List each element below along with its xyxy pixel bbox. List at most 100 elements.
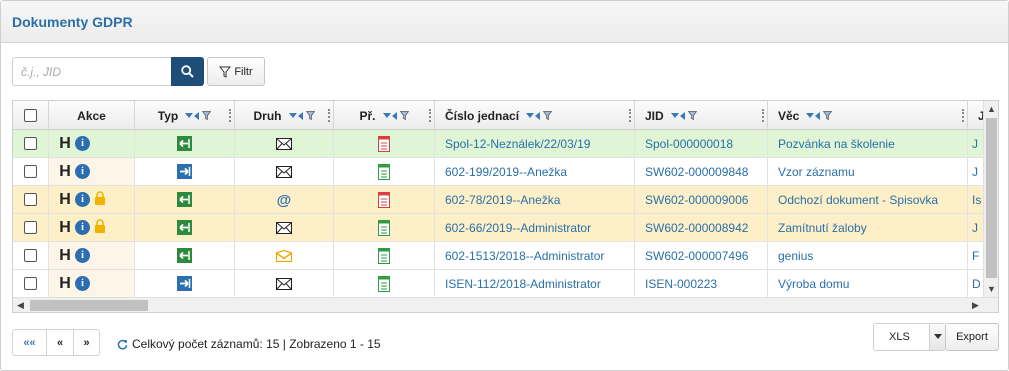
jid-link[interactable]: SW602-000007496 bbox=[635, 242, 768, 269]
column-resize-handle[interactable] bbox=[629, 109, 631, 122]
vec-link[interactable]: Vzor záznamu bbox=[768, 158, 968, 185]
vec-link[interactable]: Zamítnutí žaloby bbox=[768, 214, 968, 241]
cislo-jednaci-link[interactable]: 602-78/2019--Anežka bbox=[435, 186, 635, 213]
column-filter-icon[interactable] bbox=[399, 111, 409, 120]
column-filter-icon[interactable] bbox=[543, 111, 553, 120]
overflow-cell[interactable]: D bbox=[968, 270, 983, 297]
scroll-down-arrow[interactable]: ▼ bbox=[984, 281, 998, 296]
table-row[interactable]: H i ISEN-112/2018-Administrator ISEN-000… bbox=[13, 270, 983, 298]
document-icon bbox=[378, 135, 390, 152]
table-row[interactable]: H i @ 602-78/2019--Anežka SW602-00000900… bbox=[13, 186, 983, 214]
scroll-left-arrow[interactable]: ◀ bbox=[13, 298, 28, 312]
sort-asc-icon[interactable] bbox=[391, 111, 397, 120]
vertical-scrollbar[interactable]: ▲ ▼ bbox=[983, 101, 998, 297]
vec-link[interactable]: Odchozí dokument - Spisovka bbox=[768, 186, 968, 213]
first-page-button[interactable]: «« bbox=[12, 329, 47, 356]
row-checkbox[interactable] bbox=[24, 249, 37, 262]
column-resize-handle[interactable] bbox=[328, 109, 330, 122]
column-resize-handle[interactable] bbox=[962, 109, 964, 122]
vec-link[interactable]: genius bbox=[768, 242, 968, 269]
history-button[interactable]: H bbox=[59, 275, 71, 293]
header-cislo[interactable]: Číslo jednací bbox=[435, 101, 635, 130]
sort-asc-icon[interactable] bbox=[679, 111, 685, 120]
info-icon[interactable]: i bbox=[75, 220, 90, 235]
table-row[interactable]: H i 602-1513/2018--Administrator SW602-0… bbox=[13, 242, 983, 270]
jid-link[interactable]: SW602-000008942 bbox=[635, 214, 768, 241]
scroll-right-arrow[interactable]: ▶ bbox=[968, 298, 983, 312]
row-checkbox[interactable] bbox=[24, 193, 37, 206]
column-resize-handle[interactable] bbox=[429, 109, 431, 122]
document-icon bbox=[378, 219, 390, 236]
jid-link[interactable]: SW602-000009848 bbox=[635, 158, 768, 185]
history-button[interactable]: H bbox=[59, 219, 71, 237]
next-page-button[interactable]: » bbox=[73, 329, 100, 356]
export-format-select[interactable]: XLS bbox=[873, 323, 946, 351]
cislo-jednaci-link[interactable]: 602-66/2019--Administrator bbox=[435, 214, 635, 241]
history-button[interactable]: H bbox=[59, 163, 71, 181]
row-checkbox[interactable] bbox=[24, 165, 37, 178]
column-resize-handle[interactable] bbox=[762, 109, 764, 122]
druh-cell bbox=[235, 242, 334, 269]
panel-title: Dokumenty GDPR bbox=[12, 14, 133, 30]
horizontal-scroll-thumb[interactable] bbox=[30, 300, 148, 311]
vec-link[interactable]: Pozvánka na školenie bbox=[768, 130, 968, 157]
select-all-checkbox[interactable] bbox=[24, 109, 37, 122]
row-checkbox[interactable] bbox=[24, 221, 37, 234]
sort-desc-icon[interactable] bbox=[526, 113, 535, 118]
cislo-jednaci-link[interactable]: 602-1513/2018--Administrator bbox=[435, 242, 635, 269]
sort-asc-icon[interactable] bbox=[815, 111, 821, 120]
cislo-jednaci-link[interactable]: Spol-12-Neználek/22/03/19 bbox=[435, 130, 635, 157]
filter-button[interactable]: Filtr bbox=[207, 57, 265, 86]
info-icon[interactable]: i bbox=[75, 248, 90, 263]
jid-link[interactable]: Spol-000000018 bbox=[635, 130, 768, 157]
row-checkbox[interactable] bbox=[24, 137, 37, 150]
cislo-jednaci-link[interactable]: ISEN-112/2018-Administrator bbox=[435, 270, 635, 297]
sort-asc-icon[interactable] bbox=[297, 111, 303, 120]
header-jid[interactable]: JID bbox=[635, 101, 768, 130]
info-icon[interactable]: i bbox=[75, 136, 90, 151]
sort-desc-icon[interactable] bbox=[806, 113, 815, 118]
prev-page-button[interactable]: « bbox=[46, 329, 74, 356]
sort-asc-icon[interactable] bbox=[535, 111, 541, 120]
table-row[interactable]: H i 602-199/2019--Anežka SW602-000009848… bbox=[13, 158, 983, 186]
overflow-cell[interactable]: J bbox=[968, 214, 983, 241]
table-row[interactable]: H i Spol-12-Neználek/22/03/19 Spol-00000… bbox=[13, 130, 983, 158]
column-filter-icon[interactable] bbox=[202, 111, 212, 120]
export-button[interactable]: Export bbox=[945, 323, 999, 351]
column-resize-handle[interactable] bbox=[229, 109, 231, 122]
header-druh[interactable]: Druh bbox=[235, 101, 334, 130]
header-vec[interactable]: Věc bbox=[768, 101, 968, 130]
vec-link[interactable]: Výroba domu bbox=[768, 270, 968, 297]
row-checkbox[interactable] bbox=[24, 277, 37, 290]
overflow-cell[interactable]: Is bbox=[968, 186, 983, 213]
header-pr[interactable]: Př. bbox=[334, 101, 435, 130]
overflow-cell[interactable]: J bbox=[968, 130, 983, 157]
jid-link[interactable]: ISEN-000223 bbox=[635, 270, 768, 297]
column-filter-icon[interactable] bbox=[687, 111, 697, 120]
sort-desc-icon[interactable] bbox=[670, 113, 679, 118]
table-row[interactable]: H i 602-66/2019--Administrator SW602-000… bbox=[13, 214, 983, 242]
sort-desc-icon[interactable] bbox=[185, 113, 194, 118]
header-typ[interactable]: Typ bbox=[135, 101, 235, 130]
sort-desc-icon[interactable] bbox=[382, 113, 391, 118]
column-filter-icon[interactable] bbox=[305, 111, 315, 120]
refresh-icon[interactable] bbox=[117, 339, 128, 350]
cislo-jednaci-link[interactable]: 602-199/2019--Anežka bbox=[435, 158, 635, 185]
overflow-cell[interactable]: F bbox=[968, 242, 983, 269]
search-button[interactable] bbox=[171, 57, 204, 86]
history-button[interactable]: H bbox=[59, 247, 71, 265]
jid-link[interactable]: SW602-000009006 bbox=[635, 186, 768, 213]
scroll-up-arrow[interactable]: ▲ bbox=[984, 101, 998, 116]
sort-desc-icon[interactable] bbox=[288, 113, 297, 118]
vertical-scroll-thumb[interactable] bbox=[986, 118, 997, 278]
info-icon[interactable]: i bbox=[75, 276, 90, 291]
column-filter-icon[interactable] bbox=[823, 111, 833, 120]
sort-asc-icon[interactable] bbox=[194, 111, 200, 120]
history-button[interactable]: H bbox=[59, 135, 71, 153]
horizontal-scrollbar[interactable]: ◀ ▶ bbox=[13, 297, 998, 312]
info-icon[interactable]: i bbox=[75, 164, 90, 179]
info-icon[interactable]: i bbox=[75, 192, 90, 207]
history-button[interactable]: H bbox=[59, 191, 71, 209]
search-input[interactable] bbox=[12, 57, 171, 86]
overflow-cell[interactable]: J bbox=[968, 158, 983, 185]
